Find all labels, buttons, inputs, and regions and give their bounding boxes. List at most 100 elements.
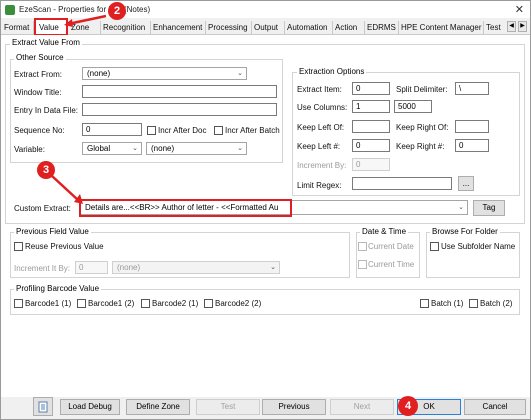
- increment-it-by-label: Increment It By:: [14, 264, 71, 273]
- tab-divider: [332, 21, 333, 34]
- batch-2-label: Batch (2): [480, 299, 513, 308]
- chevron-down-icon: ⌄: [132, 145, 138, 152]
- limit-regex-label: Limit Regex:: [297, 181, 342, 190]
- window-title-input[interactable]: [82, 85, 277, 98]
- use-subfolder-name-checkbox[interactable]: [430, 242, 439, 251]
- keep-right-num-label: Keep Right #:: [396, 142, 445, 151]
- increment-by-label: Increment By:: [297, 161, 347, 170]
- variable-label: Variable:: [14, 145, 45, 154]
- increment-select[interactable]: (none) ⌄: [112, 261, 280, 274]
- tab-enhancement[interactable]: Enhancement: [153, 23, 202, 32]
- reuse-previous-value-label: Reuse Previous Value: [25, 242, 104, 251]
- barcode2-2-label: Barcode2 (2): [215, 299, 262, 308]
- tab-scroll-left-icon[interactable]: ◀: [507, 21, 516, 32]
- browse-for-folder-group: [426, 232, 520, 278]
- variable-scope-select[interactable]: Global ⌄: [82, 142, 142, 155]
- current-time-checkbox[interactable]: [358, 260, 367, 269]
- other-source-title: Other Source: [14, 53, 66, 62]
- current-date-checkbox[interactable]: [358, 242, 367, 251]
- tab-format[interactable]: Format: [4, 23, 29, 32]
- variable-scope-value: Global: [87, 144, 111, 153]
- current-date-label: Current Date: [368, 242, 414, 251]
- tab-processing[interactable]: Processing: [208, 23, 248, 32]
- batch-2-checkbox[interactable]: [469, 299, 478, 308]
- variable-value: (none): [151, 144, 175, 153]
- barcode2-1-checkbox[interactable]: [141, 299, 150, 308]
- increment-by-input[interactable]: 0: [352, 158, 390, 171]
- limit-regex-input[interactable]: [352, 177, 452, 190]
- tab-divider: [398, 21, 399, 34]
- tab-scroll-right-icon[interactable]: ▶: [518, 21, 527, 32]
- step-marker-2: 2: [108, 2, 126, 20]
- tag-button[interactable]: Tag: [473, 200, 505, 216]
- define-zone-button[interactable]: Define Zone: [126, 399, 190, 415]
- cancel-button[interactable]: Cancel: [464, 399, 526, 415]
- extract-from-value: (none): [87, 69, 111, 78]
- step-marker-4: 4: [398, 396, 418, 416]
- keep-right-num-input[interactable]: 0: [455, 139, 489, 152]
- use-subfolder-name-label: Use Subfolder Name: [441, 242, 516, 251]
- previous-field-value-title: Previous Field Value: [14, 227, 91, 236]
- incr-after-batch-checkbox[interactable]: [214, 126, 223, 135]
- sequence-no-input[interactable]: 0: [82, 123, 142, 136]
- window-title-label: Window Title:: [14, 88, 62, 97]
- limit-regex-browse-button[interactable]: ...: [458, 176, 474, 191]
- document-icon-button[interactable]: [33, 397, 53, 416]
- tab-divider: [483, 21, 484, 34]
- document-icon: [38, 401, 48, 413]
- tab-test[interactable]: Test: [486, 23, 501, 32]
- extract-from-label: Extract From:: [14, 70, 63, 79]
- date-time-title: Date & Time: [360, 227, 409, 236]
- keep-left-of-input[interactable]: [352, 120, 390, 133]
- increment-select-value: (none): [117, 263, 141, 272]
- sequence-no-label: Sequence No:: [14, 126, 65, 135]
- incr-after-batch-label: Incr After Batch: [225, 126, 280, 135]
- increment-it-by-input[interactable]: 0: [75, 261, 108, 274]
- batch-1-checkbox[interactable]: [420, 299, 429, 308]
- extract-from-select[interactable]: (none) ⌄: [82, 67, 247, 80]
- incr-after-doc-label: Incr After Doc: [158, 126, 207, 135]
- keep-left-num-label: Keep Left #:: [297, 142, 341, 151]
- annotation-arrow-3: [51, 175, 83, 204]
- reuse-previous-value-checkbox[interactable]: [14, 242, 23, 251]
- use-columns-start-input[interactable]: 1: [352, 100, 390, 113]
- chevron-down-icon: ⌄: [458, 204, 464, 211]
- browse-for-folder-title: Browse For Folder: [430, 227, 500, 236]
- use-columns-end-input[interactable]: 5000: [394, 100, 432, 113]
- keep-left-num-input[interactable]: 0: [352, 139, 390, 152]
- entry-in-data-file-input[interactable]: [82, 103, 277, 116]
- previous-button[interactable]: Previous: [262, 399, 326, 415]
- extract-value-from-title: Extract Value From: [10, 38, 82, 47]
- tab-action[interactable]: Action: [335, 23, 357, 32]
- incr-after-doc-checkbox[interactable]: [147, 126, 156, 135]
- keep-right-of-label: Keep Right Of:: [396, 123, 449, 132]
- load-debug-button[interactable]: Load Debug: [60, 399, 120, 415]
- custom-extract-highlight: [79, 199, 292, 217]
- tab-edrms[interactable]: EDRMS: [367, 23, 396, 32]
- next-button[interactable]: Next: [330, 399, 394, 415]
- split-delimiter-input[interactable]: \: [455, 82, 489, 95]
- use-columns-label: Use Columns:: [297, 103, 348, 112]
- current-time-label: Current Time: [368, 260, 415, 269]
- tab-output[interactable]: Output: [254, 23, 278, 32]
- barcode2-1-label: Barcode2 (1): [152, 299, 199, 308]
- tab-hpe-content-manager[interactable]: HPE Content Manager: [401, 23, 482, 32]
- entry-in-data-file-label: Entry In Data File:: [14, 106, 79, 115]
- extract-item-input[interactable]: 0: [352, 82, 390, 95]
- profiling-barcode-title: Profiling Barcode Value: [14, 284, 102, 293]
- tab-divider: [364, 21, 365, 34]
- barcode1-2-label: Barcode1 (2): [88, 299, 135, 308]
- tab-divider: [284, 21, 285, 34]
- barcode1-1-label: Barcode1 (1): [25, 299, 72, 308]
- variable-select[interactable]: (none) ⌄: [146, 142, 247, 155]
- barcode1-1-checkbox[interactable]: [14, 299, 23, 308]
- tab-divider: [205, 21, 206, 34]
- tab-automation[interactable]: Automation: [287, 23, 327, 32]
- close-icon[interactable]: ✕: [515, 3, 524, 16]
- test-button[interactable]: Test: [196, 399, 260, 415]
- barcode2-2-checkbox[interactable]: [204, 299, 213, 308]
- keep-right-of-input[interactable]: [455, 120, 489, 133]
- barcode1-2-checkbox[interactable]: [77, 299, 86, 308]
- extract-item-label: Extract Item:: [297, 85, 342, 94]
- annotation-arrow-2: [64, 14, 107, 27]
